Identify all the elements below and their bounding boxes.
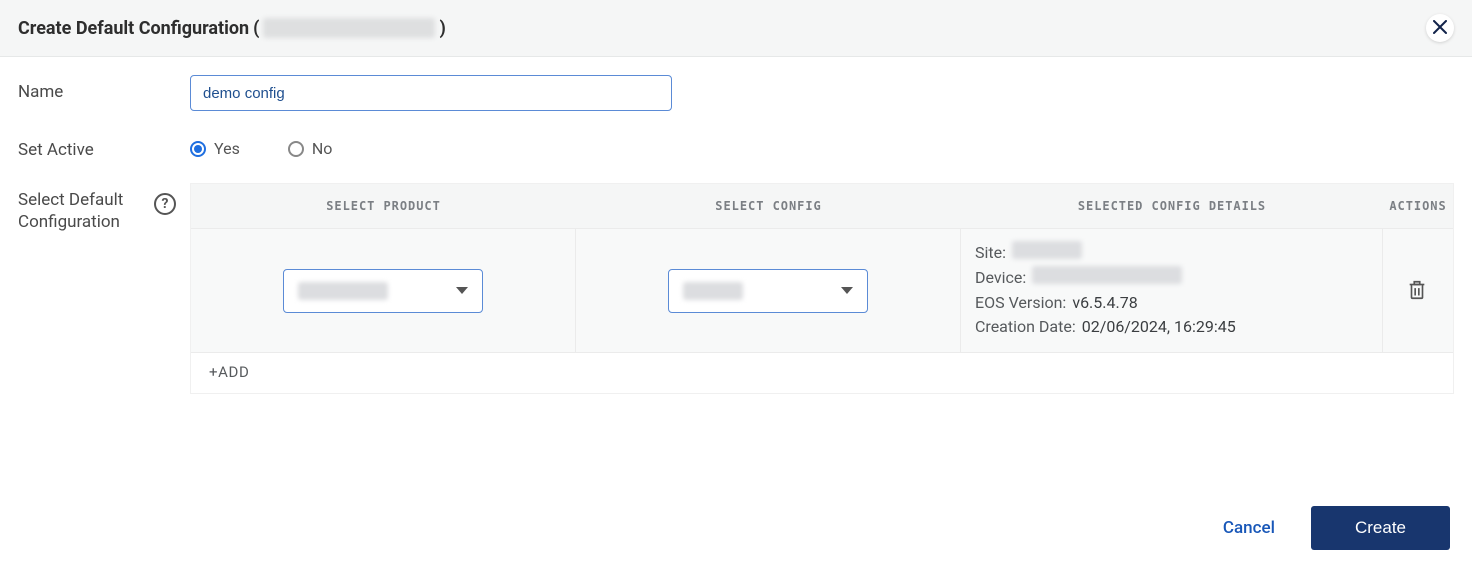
form-row-select-default-config: Select Default Configuration ? SELECT PR… <box>18 183 1454 394</box>
paren-open: ( <box>253 18 259 39</box>
header-details: SELECTED CONFIG DETAILS <box>961 199 1383 213</box>
table-row: Site: Device: EOS Version: v6.5.4.78 <box>191 228 1453 352</box>
form-row-set-active: Set Active Yes No <box>18 133 1454 161</box>
header-actions: ACTIONS <box>1383 199 1453 213</box>
name-label: Name <box>18 75 190 103</box>
add-row-button[interactable]: +ADD <box>191 352 1453 393</box>
close-icon <box>1433 19 1447 38</box>
radio-yes-label: Yes <box>214 139 240 158</box>
title-text: Create Default Configuration <box>18 18 249 39</box>
close-button[interactable] <box>1426 14 1454 42</box>
create-default-configuration-modal: Create Default Configuration ( ) Name Se… <box>0 0 1472 568</box>
help-icon[interactable]: ? <box>154 193 176 215</box>
detail-creation-label: Creation Date: <box>975 315 1076 340</box>
radio-icon <box>288 141 304 157</box>
config-table: SELECT PRODUCT SELECT CONFIG SELECTED CO… <box>190 183 1454 394</box>
redacted-device-value <box>1032 266 1182 284</box>
header-config: SELECT CONFIG <box>576 199 961 213</box>
radio-yes[interactable]: Yes <box>190 139 240 158</box>
chevron-down-icon <box>456 287 468 294</box>
delete-row-button[interactable] <box>1406 279 1430 303</box>
select-config-dropdown[interactable] <box>668 269 868 313</box>
select-product-dropdown[interactable] <box>283 269 483 313</box>
select-default-config-label: Select Default Configuration ? <box>18 183 190 233</box>
redacted-product-value <box>298 282 388 300</box>
form-row-name: Name <box>18 75 1454 111</box>
redacted-site-value <box>1012 241 1082 259</box>
radio-icon <box>190 141 206 157</box>
radio-no-label: No <box>312 139 333 158</box>
modal-body: Name Set Active Yes No Select Default Co… <box>0 57 1472 490</box>
modal-title: Create Default Configuration ( ) <box>18 18 446 39</box>
redacted-entity-name <box>263 18 435 38</box>
name-input[interactable] <box>190 75 672 111</box>
set-active-label: Set Active <box>18 133 190 161</box>
trash-icon <box>1406 286 1428 305</box>
redacted-config-value <box>683 282 743 300</box>
detail-eos-label: EOS Version: <box>975 291 1066 316</box>
detail-site-label: Site: <box>975 241 1006 266</box>
detail-creation-value: 02/06/2024, 16:29:45 <box>1082 315 1236 340</box>
modal-footer: Cancel Create <box>0 490 1472 568</box>
radio-no[interactable]: No <box>288 139 333 158</box>
chevron-down-icon <box>841 287 853 294</box>
modal-header: Create Default Configuration ( ) <box>0 0 1472 57</box>
config-details: Site: Device: EOS Version: v6.5.4.78 <box>961 229 1383 352</box>
create-button[interactable]: Create <box>1311 506 1450 550</box>
paren-close: ) <box>439 18 445 39</box>
detail-eos-value: v6.5.4.78 <box>1072 291 1137 316</box>
header-product: SELECT PRODUCT <box>191 199 576 213</box>
detail-device-label: Device: <box>975 266 1026 291</box>
cancel-button[interactable]: Cancel <box>1223 518 1275 538</box>
table-header: SELECT PRODUCT SELECT CONFIG SELECTED CO… <box>191 184 1453 228</box>
